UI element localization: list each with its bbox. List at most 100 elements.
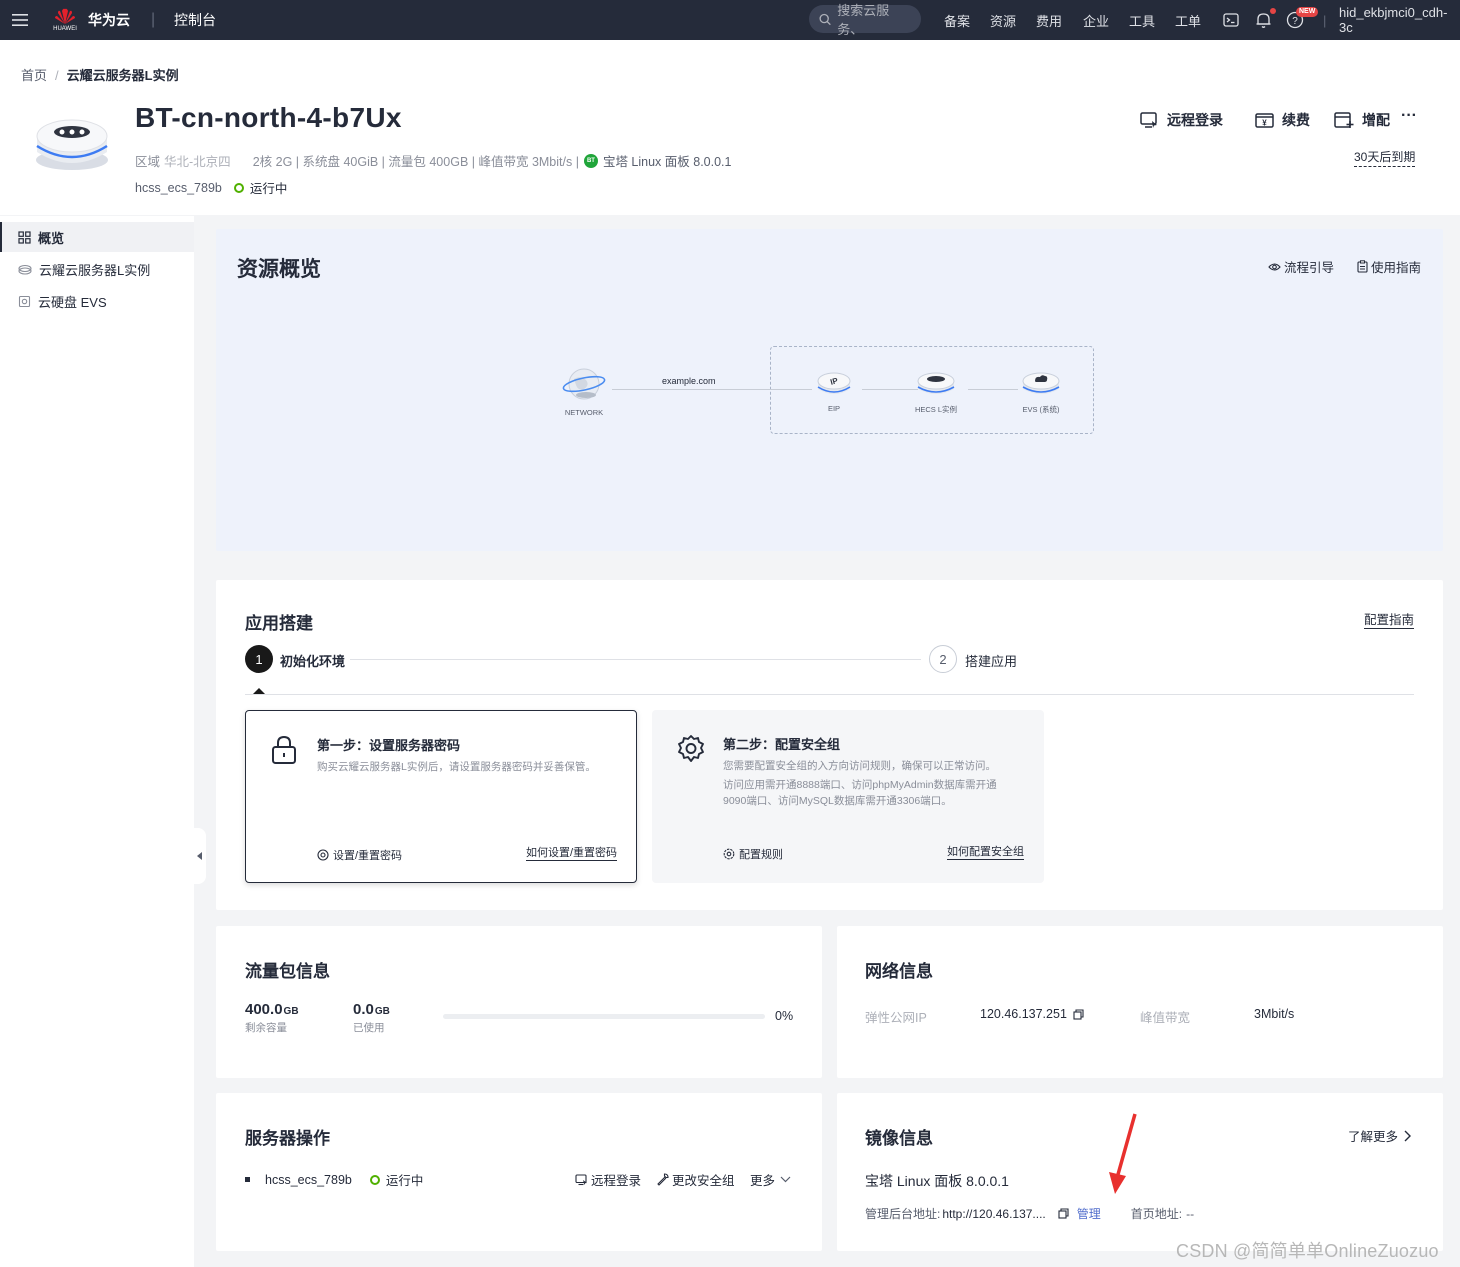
step-1-label[interactable]: 初始化环境 [280, 651, 345, 670]
card-description-line: 访问应用需开通8888端口、访问phpMyAdmin数据库需开通9090端口、访… [723, 779, 997, 807]
copy-icon[interactable] [1073, 1008, 1084, 1020]
topology-node-network[interactable]: NETWORK [562, 365, 606, 417]
running-status-icon [233, 182, 244, 193]
topology-node-evs[interactable]: EVS (系统) [1019, 367, 1063, 415]
learn-more-label: 了解更多 [1348, 1130, 1399, 1144]
user-guide-link[interactable]: 使用指南 [1357, 257, 1421, 276]
help-icon[interactable]: ? NEW [1286, 0, 1319, 40]
breadcrumb-home[interactable]: 首页 [21, 68, 47, 83]
network-title: 网络信息 [865, 962, 933, 981]
copy-icon[interactable] [1058, 1208, 1069, 1219]
sidebar-item-instance[interactable]: 云耀云服务器L实例 [0, 254, 194, 284]
huawei-logo[interactable]: HUAWEI [52, 0, 78, 40]
bandwidth-label: 峰值带宽 [1140, 1011, 1191, 1025]
step-1-indicator[interactable]: 1 [245, 645, 273, 673]
security-group-card[interactable]: 第二步：配置安全组 您需要配置安全组的入方向访问规则，确保可以正常访问。 访问应… [652, 710, 1044, 883]
brand-name[interactable]: 华为云 [88, 0, 130, 40]
grid-icon [18, 230, 31, 244]
change-security-group-button[interactable]: 更改安全组 [656, 1170, 735, 1189]
used-value: 0.0GB [353, 1001, 390, 1018]
svg-text:¥: ¥ [1262, 118, 1267, 127]
upgrade-button[interactable]: 增配 [1334, 108, 1390, 132]
expire-tip[interactable]: 30天后到期 [1354, 148, 1416, 167]
renew-label: 续费 [1282, 112, 1310, 128]
remote-login-button[interactable]: 远程登录 [1140, 108, 1223, 132]
nav-enterprise[interactable]: 企业 [1083, 0, 1109, 40]
step-2-label[interactable]: 搭建应用 [965, 651, 1017, 670]
svg-text:?: ? [1292, 16, 1298, 27]
app-build-panel: 应用搭建 配置指南 1 初始化环境 2 搭建应用 第一步：设置服务器密码 购买云… [216, 580, 1443, 910]
change-sg-label: 更改安全组 [672, 1174, 735, 1188]
nav-billing[interactable]: 费用 [1036, 0, 1062, 40]
node-label: EIP [827, 404, 841, 413]
sidebar-item-label: 云硬盘 EVS [38, 294, 107, 310]
top-navbar: HUAWEI 华为云 | 控制台 搜索云服务、 备案 资源 费用 企业 工具 工… [0, 0, 1460, 40]
how-to-config-sg-link[interactable]: 如何配置安全组 [947, 846, 1024, 860]
eip-label: 弹性公网IP [865, 1011, 927, 1025]
sidebar-collapse-toggle[interactable] [194, 828, 206, 884]
reset-password-action[interactable]: 设置/重置密码 [317, 847, 402, 863]
server-status: 运行中 [385, 1174, 424, 1188]
step-2-indicator[interactable]: 2 [929, 645, 957, 673]
clipboard-icon [1357, 260, 1368, 273]
upgrade-label: 增配 [1362, 112, 1390, 128]
resource-overview-panel: 资源概览 流程引导 使用指南 example.com NETWORK IP EI… [216, 229, 1443, 551]
set-password-card[interactable]: 第一步：设置服务器密码 购买云耀云服务器L实例后，请设置服务器密码并妥善保管。 … [245, 710, 637, 883]
sidebar-item-overview[interactable]: 概览 [0, 222, 194, 252]
breadcrumb-separator: / [55, 68, 59, 83]
settings-icon [723, 848, 735, 860]
learn-more-link[interactable]: 了解更多 [1348, 1126, 1412, 1145]
topology-node-eip[interactable]: IP EIP [815, 367, 853, 413]
bell-icon[interactable] [1255, 0, 1276, 40]
remote-login-label: 远程登录 [591, 1174, 642, 1188]
console-link[interactable]: 控制台 [174, 0, 216, 40]
eye-icon [1268, 262, 1281, 271]
breadcrumb: 首页 / 云耀云服务器L实例 [21, 65, 179, 84]
nav-tools[interactable]: 工具 [1129, 0, 1155, 40]
upgrade-icon [1334, 112, 1354, 128]
cloud-shell-icon[interactable] [1223, 0, 1239, 40]
notification-dot [1270, 8, 1276, 14]
server-id: hcss_ecs_789b [265, 1172, 352, 1187]
breadcrumb-current: 云耀云服务器L实例 [66, 68, 179, 83]
lock-icon [272, 735, 296, 764]
hamburger-menu-icon[interactable] [12, 0, 28, 40]
how-to-reset-password-link[interactable]: 如何设置/重置密码 [526, 847, 618, 861]
nav-beian[interactable]: 备案 [944, 0, 970, 40]
nav-tickets[interactable]: 工单 [1175, 0, 1201, 40]
sidebar-item-evs[interactable]: 云硬盘 EVS [0, 286, 194, 316]
config-guide-link[interactable]: 配置指南 [1364, 613, 1415, 629]
topology-node-hecs[interactable]: HECS L实例 [913, 367, 959, 415]
topology-link-line [862, 389, 918, 390]
overview-title: 资源概览 [237, 258, 321, 281]
search-placeholder: 搜索云服务、 [837, 3, 890, 37]
domain-label: example.com [662, 376, 716, 386]
manage-link[interactable]: 管理 [1077, 1205, 1101, 1222]
node-label: NETWORK [564, 408, 604, 417]
server-ops-title: 服务器操作 [245, 1129, 330, 1148]
remaining-number: 400.0 [245, 1001, 283, 1018]
logo-text: HUAWEI [53, 26, 77, 32]
flow-guide-link[interactable]: 流程引导 [1268, 257, 1334, 276]
traffic-package-panel: 流量包信息 400.0GB 剩余容量 0.0GB 已使用 0% [216, 926, 822, 1078]
instance-meta: 区域 华北-北京四 2核 2G | 系统盘 40GiB | 流量包 400GB … [135, 151, 731, 170]
server-product-image [32, 108, 112, 178]
instance-id: hcss_ecs_789b [135, 180, 222, 195]
config-rules-action[interactable]: 配置规则 [723, 846, 783, 862]
more-actions-button[interactable]: ··· [1401, 104, 1417, 128]
running-status-icon [369, 1174, 380, 1185]
search-box[interactable]: 搜索云服务、 [809, 3, 921, 37]
new-badge: NEW [1296, 7, 1319, 17]
admin-url-value: http://120.46.137.... [942, 1206, 1046, 1221]
instance-status: 运行中 [249, 182, 288, 196]
used-number: 0.0 [353, 1001, 374, 1018]
sidebar: 概览 云耀云服务器L实例 云硬盘 EVS [0, 216, 194, 1267]
action-label: 配置规则 [739, 849, 783, 861]
server-remote-login-button[interactable]: 远程登录 [575, 1170, 641, 1189]
user-account[interactable]: hid_ekbjmci0_cdh-3c [1339, 0, 1460, 40]
renew-button[interactable]: ¥ 续费 [1255, 108, 1310, 132]
monitor-icon [575, 1173, 587, 1185]
nav-resources[interactable]: 资源 [990, 0, 1016, 40]
more-dropdown[interactable]: 更多 [750, 1170, 791, 1189]
cloud-disk-icon [1022, 372, 1060, 394]
